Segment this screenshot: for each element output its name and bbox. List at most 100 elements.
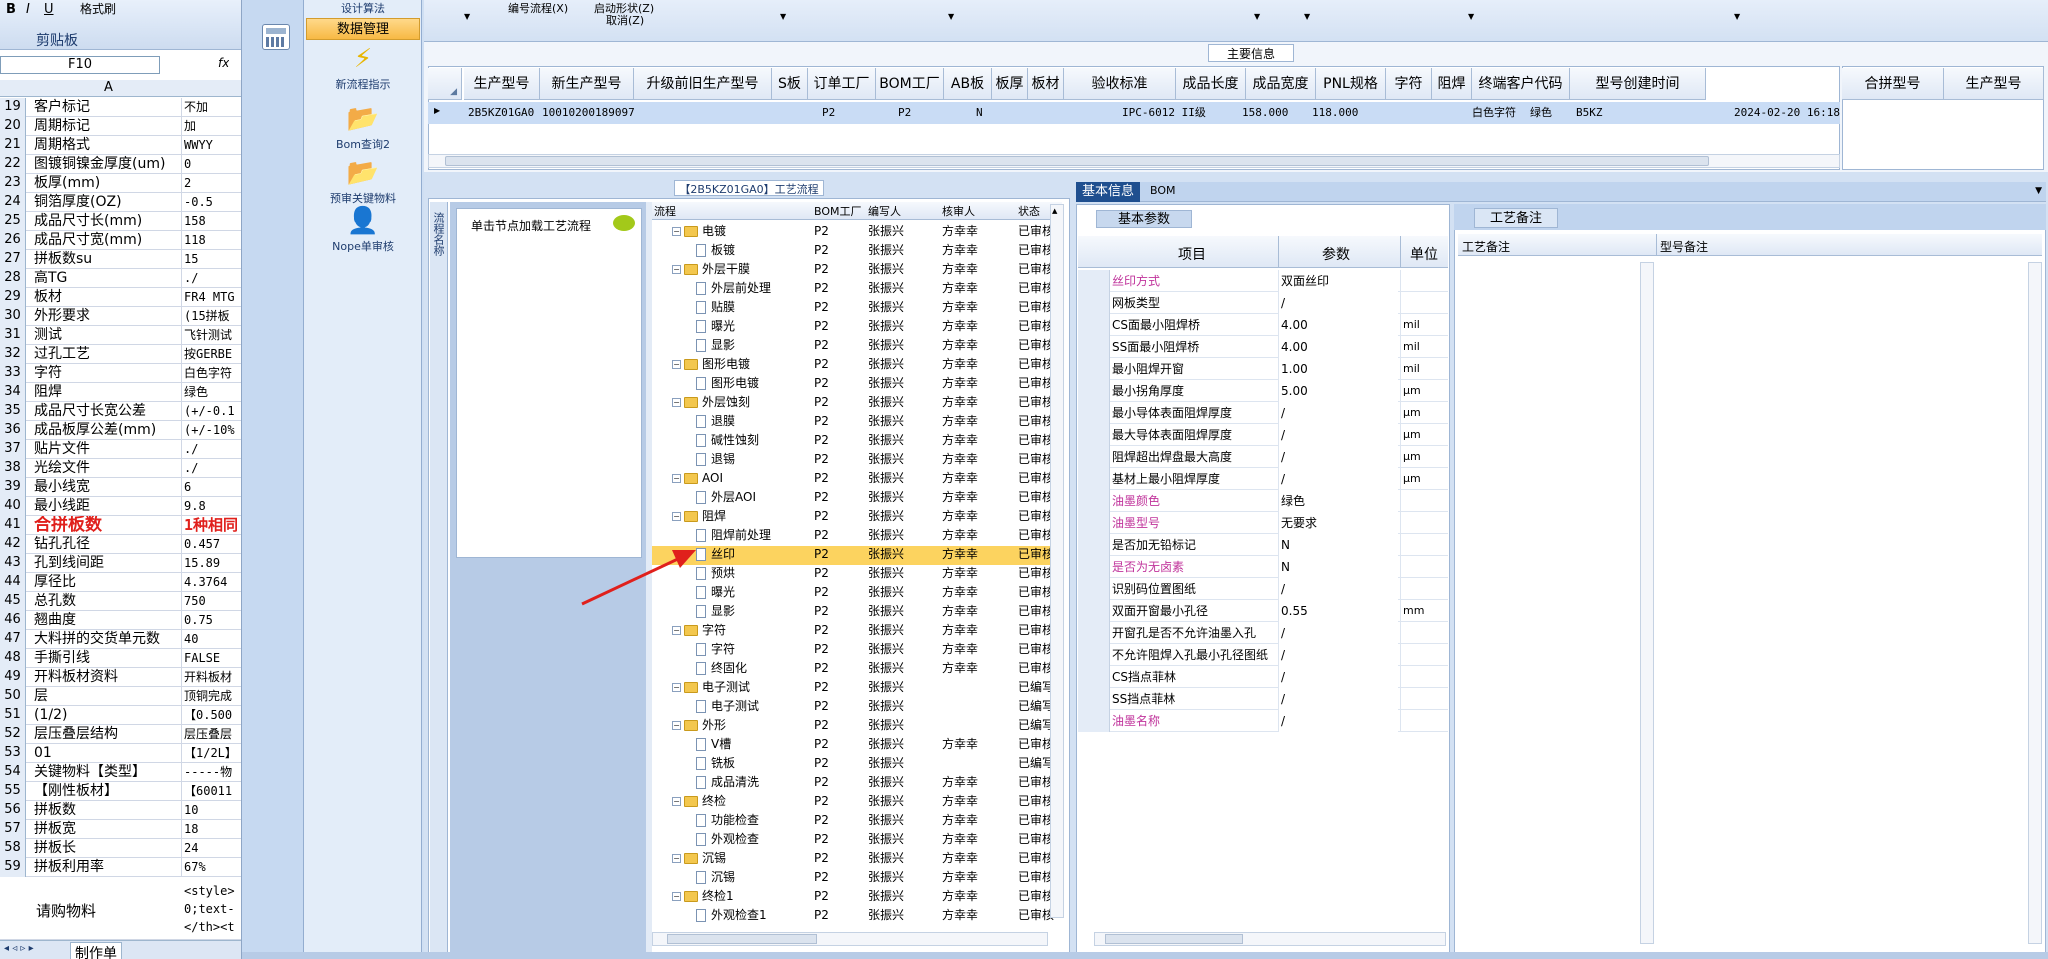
flow-node[interactable]: V槽 <box>696 735 812 754</box>
flow-row[interactable]: − 阻焊 P2 张振兴 方幸幸 已审核 <box>652 507 1056 526</box>
collapse-icon[interactable]: − <box>672 512 681 521</box>
row-number[interactable]: 36 <box>0 421 26 440</box>
chevron-down-icon[interactable]: ▼ <box>1254 12 1260 21</box>
main-info-hscrollbar[interactable] <box>428 154 1840 168</box>
tab-bom[interactable]: BOM <box>1150 184 1176 197</box>
cell-b[interactable]: (+/-0.1 <box>184 402 241 421</box>
nav-bom-query[interactable]: 📂 Bom查询2 <box>304 104 422 152</box>
row-number[interactable]: 48 <box>0 649 26 668</box>
flow-row[interactable]: 外观检查 P2 张振兴 方幸幸 已审核 <box>652 830 1056 849</box>
flow-row[interactable]: 显影 P2 张振兴 方幸幸 已审核 <box>652 602 1056 621</box>
flow-vscrollbar[interactable]: ▲ <box>1050 204 1064 918</box>
col-header[interactable]: 板厚 <box>992 68 1028 100</box>
param-value[interactable]: 4.00 <box>1278 314 1398 336</box>
cell-width[interactable]: 118.000 <box>1308 102 1358 124</box>
row-number[interactable]: 34 <box>0 383 26 402</box>
flow-row[interactable]: V槽 P2 张振兴 方幸幸 已审核 <box>652 735 1056 754</box>
param-row[interactable]: 油墨型号 无要求 <box>1078 512 1448 534</box>
flow-row[interactable]: 丝印 P2 张振兴 方幸幸 已审核 <box>652 545 1056 564</box>
flow-row[interactable]: − 外形 P2 张振兴 已编写 <box>652 716 1056 735</box>
flow-hscrollbar[interactable] <box>652 932 1048 946</box>
collapse-icon[interactable]: − <box>672 892 681 901</box>
flow-row[interactable]: 预烘 P2 张振兴 方幸幸 已审核 <box>652 564 1056 583</box>
flow-node[interactable]: 外观检查1 <box>696 906 812 925</box>
flow-row[interactable]: 退锡 P2 张振兴 方幸幸 已审核 <box>652 450 1056 469</box>
sub-tab-basic-params[interactable]: 基本参数 <box>1096 210 1192 228</box>
collapse-icon[interactable]: − <box>672 398 681 407</box>
param-value[interactable]: 1.00 <box>1278 358 1398 380</box>
cell-b[interactable]: 40 <box>184 630 241 649</box>
param-row[interactable]: CS挡点菲林 / <box>1078 666 1448 688</box>
cell-a[interactable]: 过孔工艺 <box>34 345 182 364</box>
cell-a[interactable]: 测试 <box>34 326 182 345</box>
chevron-down-icon[interactable]: ▼ <box>2035 186 2042 196</box>
param-value[interactable]: / <box>1278 402 1398 424</box>
cell-a[interactable]: 翘曲度 <box>34 611 182 630</box>
row-number[interactable]: 52 <box>0 725 26 744</box>
cell-b[interactable]: 158 <box>184 212 241 231</box>
cell-b[interactable]: 飞针测试 <box>184 326 241 345</box>
sheet-nav-arrows-icon[interactable]: ◂ ◃ ▹ ▸ <box>4 943 34 954</box>
param-row[interactable]: 阻焊超出焊盘最大高度 / μm <box>1078 446 1448 468</box>
row-number[interactable]: 56 <box>0 801 26 820</box>
cell-b[interactable]: 【60011 <box>184 782 241 801</box>
col-production-model-right[interactable]: 生产型号 <box>1944 68 2044 100</box>
collapse-icon[interactable]: − <box>672 474 681 483</box>
cell-a[interactable]: 层压叠层结构 <box>34 725 182 744</box>
param-value[interactable]: / <box>1278 292 1398 314</box>
row-number[interactable]: 23 <box>0 174 26 193</box>
flow-node[interactable]: 曝光 <box>696 317 812 336</box>
row-number[interactable]: 50 <box>0 687 26 706</box>
flow-row[interactable]: 板镀 P2 张振兴 方幸幸 已审核 <box>652 241 1056 260</box>
cell-b[interactable]: 0.457 <box>184 535 241 554</box>
flow-row[interactable]: 图形电镀 P2 张振兴 方幸幸 已审核 <box>652 374 1056 393</box>
flow-node[interactable]: 退膜 <box>696 412 812 431</box>
flow-node[interactable]: − 电子测试 <box>672 678 812 697</box>
param-value[interactable]: / <box>1278 578 1398 600</box>
cell-b[interactable]: ./ <box>184 269 241 288</box>
cell-b[interactable]: (15拼板 <box>184 307 241 326</box>
cell-b[interactable]: 加 <box>184 117 241 136</box>
row-number[interactable]: 37 <box>0 440 26 459</box>
cell-a[interactable]: 板材 <box>34 288 182 307</box>
menu-number-flow[interactable]: 编号流程(X) <box>508 0 568 16</box>
param-value[interactable]: / <box>1278 446 1398 468</box>
flow-row[interactable]: 贴膜 P2 张振兴 方幸幸 已审核 <box>652 298 1056 317</box>
cell-a[interactable]: 客户标记 <box>34 98 182 117</box>
calculator-icon[interactable] <box>262 24 290 50</box>
col-header[interactable]: 新生产型号 <box>540 68 634 100</box>
cell-b[interactable]: 1种相同 <box>184 516 241 535</box>
chevron-down-icon[interactable]: ▼ <box>780 12 786 21</box>
cell-b[interactable]: 4.3764 <box>184 573 241 592</box>
row-number[interactable]: 30 <box>0 307 26 326</box>
underline-button[interactable]: U <box>44 2 54 17</box>
nav-pre-review[interactable]: 📂 预审关键物料 <box>304 158 422 206</box>
row-number[interactable]: 26 <box>0 231 26 250</box>
flow-row[interactable]: − 电镀 P2 张振兴 方幸幸 已审核 <box>652 222 1056 241</box>
cell-a[interactable]: 层 <box>34 687 182 706</box>
cell-a[interactable]: 阻焊 <box>34 383 182 402</box>
flow-node[interactable]: 外观检查 <box>696 830 812 849</box>
param-row[interactable]: SS面最小阻焊桥 4.00 mil <box>1078 336 1448 358</box>
cell-b[interactable]: 24 <box>184 839 241 858</box>
flow-row[interactable]: − 外层干膜 P2 张振兴 方幸幸 已审核 <box>652 260 1056 279</box>
cell-a[interactable]: 手撕引线 <box>34 649 182 668</box>
name-box[interactable]: F10 <box>0 56 160 74</box>
flow-node[interactable]: 贴膜 <box>696 298 812 317</box>
row-number[interactable]: 40 <box>0 497 26 516</box>
row-number[interactable]: 43 <box>0 554 26 573</box>
flow-node[interactable]: 电子测试 <box>696 697 812 716</box>
flow-row[interactable]: − 终检1 P2 张振兴 方幸幸 已审核 <box>652 887 1056 906</box>
cell-b[interactable]: 层压叠层 <box>184 725 241 744</box>
cell-a[interactable]: 开料板材资料 <box>34 668 182 687</box>
row-number[interactable]: 32 <box>0 345 26 364</box>
cell-b[interactable]: 118 <box>184 231 241 250</box>
param-value[interactable]: / <box>1278 468 1398 490</box>
menu-cancel[interactable]: 取消(Z) <box>606 12 644 28</box>
flow-row[interactable]: 曝光 P2 张振兴 方幸幸 已审核 <box>652 583 1056 602</box>
italic-button[interactable]: I <box>26 2 30 17</box>
flow-node[interactable]: 外层AOI <box>696 488 812 507</box>
param-value[interactable]: / <box>1278 710 1398 732</box>
param-value[interactable]: N <box>1278 556 1398 578</box>
flow-row[interactable]: 沉锡 P2 张振兴 方幸幸 已审核 <box>652 868 1056 887</box>
